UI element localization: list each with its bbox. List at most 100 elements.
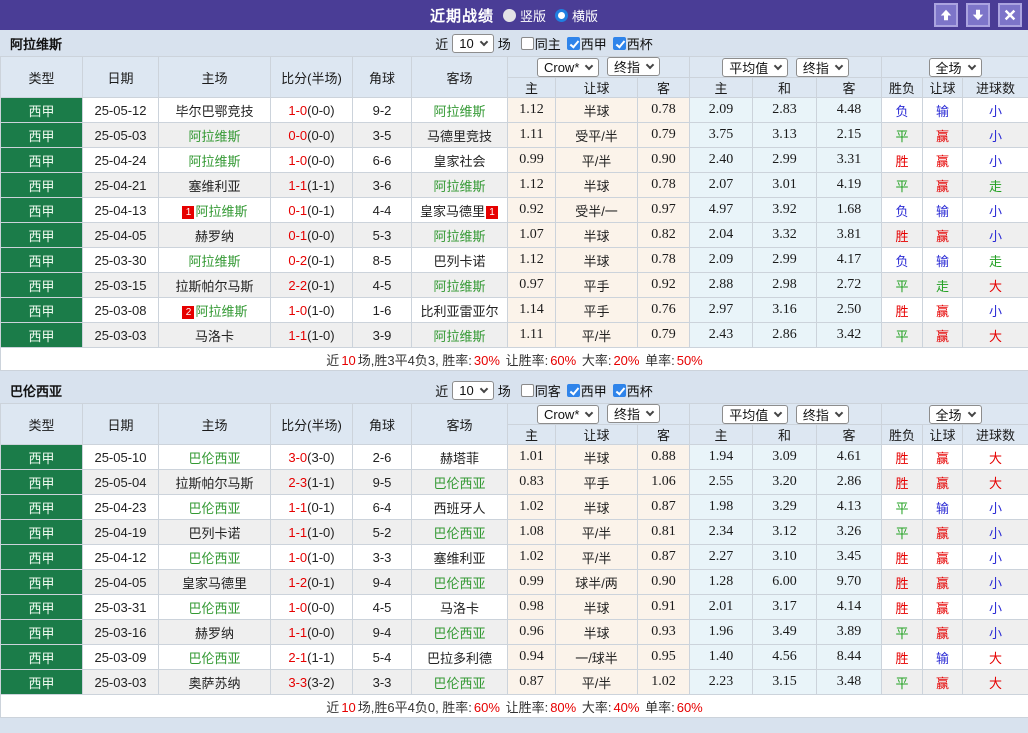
avg-draw-odds-cell: 3.09 bbox=[752, 444, 818, 470]
final-score: 1-1 bbox=[288, 524, 308, 540]
half-score: (1-0) bbox=[307, 524, 335, 540]
handicap-home-odds-cell: 1.14 bbox=[507, 297, 556, 323]
half-score: (0-1) bbox=[307, 252, 335, 268]
move-up-button[interactable] bbox=[934, 3, 958, 27]
same-home-checkbox[interactable] bbox=[520, 36, 534, 50]
score-cell: 1-0(0-0) bbox=[270, 97, 353, 123]
result-cell: 胜 bbox=[881, 297, 924, 323]
away-team-name: 西班牙人 bbox=[433, 500, 486, 516]
avg-draw-odds-cell: 3.92 bbox=[752, 197, 818, 223]
handicap-line-cell: 平手 bbox=[555, 469, 638, 495]
league-type-cell: 西甲 bbox=[0, 97, 83, 123]
same-away-checkbox[interactable] bbox=[520, 383, 534, 397]
away-team-cell: 皇家马德里 1 bbox=[411, 197, 508, 223]
final-odds-select-2[interactable]: 终指 bbox=[795, 57, 849, 77]
chevron-down-icon bbox=[479, 37, 488, 46]
handicap-home-odds-cell: 1.11 bbox=[507, 122, 556, 148]
col-header-handicap-result: 让球 bbox=[922, 77, 964, 98]
score-cell: 1-0(1-0) bbox=[270, 297, 353, 323]
corner-cell: 3-5 bbox=[352, 122, 412, 148]
avg-home-odds-cell: 2.01 bbox=[689, 594, 754, 620]
cup-label: 西杯 bbox=[626, 36, 653, 52]
goals-result-cell: 小 bbox=[962, 494, 1028, 520]
away-team-cell: 阿拉维斯 bbox=[411, 97, 508, 123]
avg-draw-odds-cell: 3.12 bbox=[752, 519, 818, 545]
arrow-down-icon bbox=[972, 9, 984, 21]
goals-result-cell: 大 bbox=[962, 322, 1028, 348]
away-team-cell: 巴列卡诺 bbox=[411, 247, 508, 273]
half-score: (1-1) bbox=[307, 649, 335, 665]
away-team-cell: 阿拉维斯 bbox=[411, 322, 508, 348]
laliga-label: 西甲 bbox=[580, 383, 607, 399]
handicap-away-odds-cell: 0.78 bbox=[636, 97, 691, 123]
full-match-select[interactable]: 全场 bbox=[928, 57, 982, 77]
avg-away-odds-cell: 2.86 bbox=[816, 469, 883, 495]
corner-cell: 5-4 bbox=[352, 644, 412, 670]
handicap-line-cell: 平手 bbox=[555, 272, 638, 298]
away-team-name: 比利亚雷亚尔 bbox=[420, 303, 499, 319]
half-score: (1-0) bbox=[307, 302, 335, 318]
recent-count-value: 10 bbox=[459, 382, 474, 398]
bookmaker-select[interactable]: Crow* bbox=[536, 405, 600, 424]
avg-draw-odds-cell: 6.00 bbox=[752, 569, 818, 595]
corner-cell: 9-2 bbox=[352, 97, 412, 123]
final-odds-select[interactable]: 终指 bbox=[607, 404, 661, 423]
full-match-select[interactable]: 全场 bbox=[928, 404, 982, 424]
avg-away-odds-cell: 4.19 bbox=[816, 172, 883, 198]
avg-home-odds-cell: 2.34 bbox=[689, 519, 754, 545]
avg-away-odds-cell: 8.44 bbox=[816, 644, 883, 670]
final-odds-select-2[interactable]: 终指 bbox=[795, 404, 849, 424]
corner-cell: 3-6 bbox=[352, 172, 412, 198]
laliga-checkbox[interactable] bbox=[566, 383, 580, 397]
cup-checkbox[interactable] bbox=[612, 36, 626, 50]
close-button[interactable] bbox=[998, 3, 1022, 27]
home-team-cell: 拉斯帕尔马斯 bbox=[158, 272, 271, 298]
league-type-cell: 西甲 bbox=[0, 247, 83, 273]
match-row: 西甲 25-03-31 巴伦西亚 1-0(0-0) 4-5 马洛卡 0.98 半… bbox=[0, 594, 1028, 620]
goals-result-cell: 大 bbox=[962, 272, 1028, 298]
average-odds-select[interactable]: 平均值 bbox=[722, 404, 789, 424]
home-team-cell: 巴伦西亚 bbox=[158, 494, 271, 520]
home-team-cell: 拉斯帕尔马斯 bbox=[158, 469, 271, 495]
league-type-cell: 西甲 bbox=[0, 272, 83, 298]
match-row: 西甲 25-05-03 阿拉维斯 0-0(0-0) 3-5 马德里竞技 1.11… bbox=[0, 122, 1028, 148]
handicap-away-odds-cell: 0.78 bbox=[636, 172, 691, 198]
league-type-cell: 西甲 bbox=[0, 297, 83, 323]
rank-badge: 1 bbox=[182, 205, 195, 219]
recent-count-select[interactable]: 10 bbox=[452, 380, 494, 400]
horizontal-layout-radio[interactable]: 横版 bbox=[555, 6, 598, 25]
date-cell: 25-03-03 bbox=[82, 669, 159, 695]
final-odds-select[interactable]: 终指 bbox=[607, 57, 661, 76]
avg-draw-odds-cell: 3.20 bbox=[752, 469, 818, 495]
handicap-home-odds-cell: 1.01 bbox=[507, 444, 556, 470]
away-team-cell: 马洛卡 bbox=[411, 594, 508, 620]
col-header-avg-home: 主 bbox=[689, 424, 754, 445]
away-team-name: 巴列卡诺 bbox=[433, 253, 486, 269]
final-score: 2-1 bbox=[288, 649, 308, 665]
vertical-layout-radio[interactable]: 竖版 bbox=[502, 6, 546, 25]
league-type-cell: 西甲 bbox=[0, 444, 83, 470]
chevron-down-icon bbox=[773, 61, 783, 70]
average-odds-select[interactable]: 平均值 bbox=[722, 57, 789, 77]
move-down-button[interactable] bbox=[966, 3, 990, 27]
filter-checkboxes: 同客 西甲 西杯 bbox=[515, 381, 653, 400]
cup-label: 西杯 bbox=[626, 383, 653, 399]
cup-checkbox[interactable] bbox=[612, 383, 626, 397]
date-cell: 25-04-23 bbox=[82, 494, 159, 520]
match-row: 西甲 25-04-05 皇家马德里 1-2(0-1) 9-4 巴伦西亚 0.99… bbox=[0, 569, 1028, 595]
away-team-cell: 巴伦西亚 bbox=[411, 469, 508, 495]
away-team-name: 马德里竞技 bbox=[426, 128, 492, 144]
laliga-checkbox[interactable] bbox=[566, 36, 580, 50]
handicap-result-cell: 赢 bbox=[922, 594, 964, 620]
recent-count-select[interactable]: 10 bbox=[452, 33, 494, 53]
average-odds-group-header: 平均值 终指 bbox=[689, 403, 883, 425]
col-header-home: 主场 bbox=[158, 403, 271, 445]
avg-away-odds-cell: 2.50 bbox=[816, 297, 883, 323]
section-header-bar: 巴伦西亚 近 10 场 同客 西甲 西杯 bbox=[0, 377, 1028, 403]
away-team-cell: 巴伦西亚 bbox=[411, 619, 508, 645]
away-team-cell: 塞维利亚 bbox=[411, 544, 508, 570]
handicap-result-cell: 赢 bbox=[922, 519, 964, 545]
bookmaker-select[interactable]: Crow* bbox=[536, 58, 600, 77]
avg-home-odds-cell: 1.96 bbox=[689, 619, 754, 645]
goals-result-cell: 小 bbox=[962, 147, 1028, 173]
